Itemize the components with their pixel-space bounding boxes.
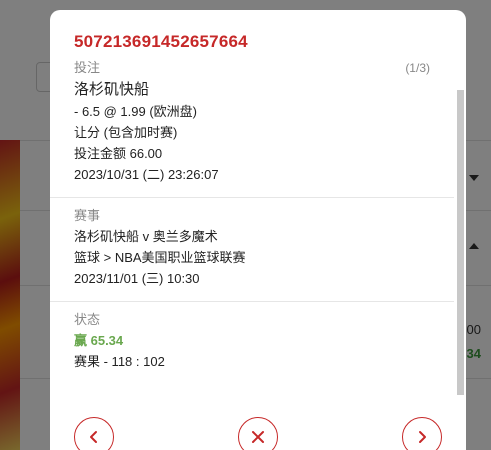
modal-footer	[50, 405, 466, 450]
bet-section: 投注 (1/3) 洛杉矶快船 - 6.5 @ 1.99 (欧洲盘) 让分 (包含…	[50, 60, 454, 198]
status-score: 赛果 - 118 : 102	[74, 354, 165, 369]
next-button[interactable]	[402, 417, 442, 450]
event-section: 赛事 洛杉矶快船 v 奥兰多魔术 篮球 > NBA美国职业篮球联赛 2023/1…	[50, 198, 454, 302]
bet-handicap: - 6.5 @ 1.99 (欧洲盘)	[74, 104, 198, 119]
event-league: 篮球 > NBA美国职业篮球联赛	[74, 250, 246, 265]
status-section-label: 状态	[74, 312, 101, 327]
bet-section-label: 投注	[74, 60, 101, 75]
bet-detail-modal: 507213691452657664 投注 (1/3) 洛杉矶快船 - 6.5 …	[50, 10, 466, 450]
modal-header: 507213691452657664	[50, 10, 466, 66]
chevron-left-icon	[90, 431, 97, 443]
status-result: 赢 65.34	[74, 333, 124, 348]
bet-id: 507213691452657664	[74, 32, 248, 51]
bet-placed-time: 2023/10/31 (二) 23:26:07	[74, 167, 219, 182]
chevron-right-icon	[419, 431, 426, 443]
event-section-label: 赛事	[74, 208, 101, 223]
close-button[interactable]	[238, 417, 278, 450]
close-icon	[252, 431, 264, 443]
scrollbar-thumb[interactable]	[457, 90, 464, 395]
previous-button[interactable]	[74, 417, 114, 450]
bet-section-counter: (1/3)	[405, 61, 430, 75]
event-teams: 洛杉矶快船 v 奥兰多魔术	[74, 229, 218, 244]
bet-stake: 投注金额 66.00	[74, 146, 163, 161]
modal-scroll-area[interactable]: 投注 (1/3) 洛杉矶快船 - 6.5 @ 1.99 (欧洲盘) 让分 (包含…	[50, 60, 466, 405]
event-start-time: 2023/11/01 (三) 10:30	[74, 271, 200, 286]
status-section: 状态 赢 65.34 赛果 - 118 : 102	[50, 302, 454, 384]
bet-market: 让分 (包含加时赛)	[74, 125, 178, 140]
bet-selection: 洛杉矶快船	[74, 81, 150, 98]
